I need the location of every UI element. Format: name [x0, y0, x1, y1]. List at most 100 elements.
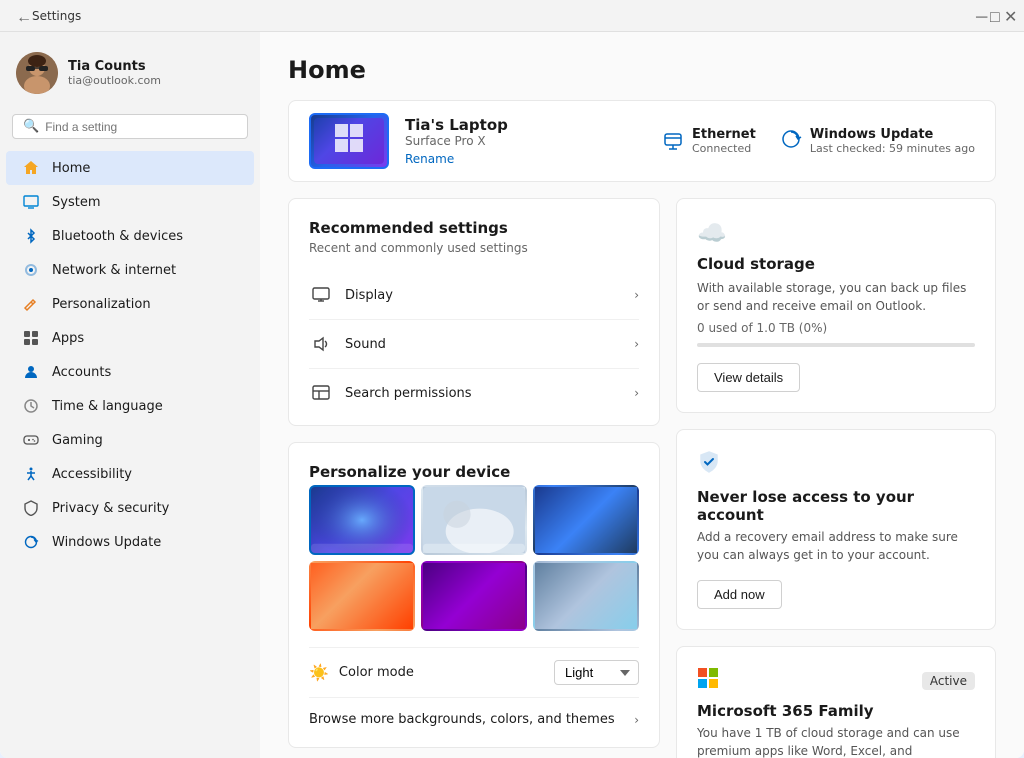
wallpaper-wp4[interactable]: [309, 561, 415, 631]
sidebar-item-label-bluetooth: Bluetooth & devices: [52, 229, 183, 244]
cloud-description: With available storage, you can back up …: [697, 279, 975, 315]
color-mode-row: ☀️ Color mode LightDarkCustom: [309, 647, 639, 698]
maximize-button[interactable]: □: [986, 10, 998, 22]
search-chevron: ›: [634, 386, 639, 400]
browse-themes-chevron: ›: [634, 713, 639, 727]
time-nav-icon: [22, 397, 40, 415]
search-setting-icon: [309, 381, 333, 405]
cloud-icon: ☁️: [697, 219, 975, 247]
network-nav-icon: [22, 261, 40, 279]
sidebar-item-apps[interactable]: Apps: [6, 321, 254, 355]
color-mode-select[interactable]: LightDarkCustom: [554, 660, 639, 685]
minimize-button[interactable]: ─: [972, 10, 984, 22]
sidebar-item-network[interactable]: Network & internet: [6, 253, 254, 287]
sound-chevron: ›: [634, 337, 639, 351]
sound-setting-icon: [309, 332, 333, 356]
update-text: Windows Update Last checked: 59 minutes …: [810, 127, 975, 155]
settings-list: Display › Sound › Search permissions ›: [309, 271, 639, 405]
avatar: [16, 52, 58, 94]
sidebar-item-update[interactable]: Windows Update: [6, 525, 254, 559]
wallpaper-wp6[interactable]: [533, 561, 639, 631]
device-bar: Tia's Laptop Surface Pro X Rename: [288, 100, 996, 182]
privacy-nav-icon: [22, 499, 40, 517]
wallpaper-wp2[interactable]: [421, 485, 527, 555]
main-window: Tia Counts tia@outlook.com 🔍 Home System…: [0, 32, 1024, 758]
color-mode-label: Color mode: [339, 665, 414, 680]
account-security-card: Never lose access to your account Add a …: [676, 429, 996, 630]
sidebar-item-system[interactable]: System: [6, 185, 254, 219]
user-email: tia@outlook.com: [68, 74, 161, 87]
add-now-button[interactable]: Add now: [697, 580, 782, 609]
sidebar-item-accessibility[interactable]: Accessibility: [6, 457, 254, 491]
page-title: Home: [288, 56, 996, 84]
sidebar-item-privacy[interactable]: Privacy & security: [6, 491, 254, 525]
search-input[interactable]: [45, 120, 237, 134]
personalize-title: Personalize your device: [309, 463, 639, 481]
apps-nav-icon: [22, 329, 40, 347]
setting-row-display[interactable]: Display ›: [309, 271, 639, 320]
home-nav-icon: [22, 159, 40, 177]
right-column: ☁️ Cloud storage With available storage,…: [676, 198, 996, 758]
sidebar-item-accounts[interactable]: Accounts: [6, 355, 254, 389]
sidebar-item-label-system: System: [52, 195, 100, 210]
sidebar-item-bluetooth[interactable]: Bluetooth & devices: [6, 219, 254, 253]
device-info: Tia's Laptop Surface Pro X Rename: [405, 116, 646, 167]
windows-update-icon: [780, 128, 802, 155]
system-nav-icon: [22, 193, 40, 211]
sidebar-item-label-time: Time & language: [52, 399, 163, 414]
device-model: Surface Pro X: [405, 134, 646, 148]
sidebar-item-label-personalization: Personalization: [52, 297, 151, 312]
bluetooth-nav-icon: [22, 227, 40, 245]
storage-bar: [697, 343, 975, 347]
ethernet-status: Ethernet Connected: [662, 127, 756, 155]
user-profile: Tia Counts tia@outlook.com: [0, 40, 260, 110]
recommended-title: Recommended settings: [309, 219, 639, 237]
sidebar-item-label-privacy: Privacy & security: [52, 501, 169, 516]
left-column: Recommended settings Recent and commonly…: [288, 198, 660, 758]
account-title: Never lose access to your account: [697, 488, 975, 524]
recommended-subtitle: Recent and commonly used settings: [309, 241, 639, 255]
update-sublabel: Last checked: 59 minutes ago: [810, 142, 975, 155]
sidebar-item-time[interactable]: Time & language: [6, 389, 254, 423]
setting-row-sound[interactable]: Sound ›: [309, 320, 639, 369]
sidebar-item-label-accounts: Accounts: [52, 365, 111, 380]
setting-row-search[interactable]: Search permissions ›: [309, 369, 639, 405]
color-mode-icon: ☀️: [309, 663, 329, 682]
ethernet-text: Ethernet Connected: [692, 127, 756, 155]
wallpaper-wp3[interactable]: [533, 485, 639, 555]
shield-icon: [697, 450, 975, 480]
recommended-settings-card: Recommended settings Recent and commonly…: [288, 198, 660, 426]
view-details-button[interactable]: View details: [697, 363, 800, 392]
close-button[interactable]: ✕: [1000, 10, 1012, 22]
rename-link[interactable]: Rename: [405, 152, 454, 166]
sound-setting-label: Sound: [345, 337, 386, 352]
storage-text: 0 used of 1.0 TB (0%): [697, 321, 975, 335]
ethernet-label: Ethernet: [692, 127, 756, 142]
windows-update-status: Windows Update Last checked: 59 minutes …: [780, 127, 975, 155]
wallpaper-wp5[interactable]: [421, 561, 527, 631]
personalize-card: Personalize your device: [288, 442, 660, 748]
sidebar-item-gaming[interactable]: Gaming: [6, 423, 254, 457]
color-mode-left: ☀️ Color mode: [309, 663, 414, 682]
cloud-storage-card: ☁️ Cloud storage With available storage,…: [676, 198, 996, 413]
sidebar-item-home[interactable]: Home: [6, 151, 254, 185]
sidebar-item-label-home: Home: [52, 161, 90, 176]
accounts-nav-icon: [22, 363, 40, 381]
display-chevron: ›: [634, 288, 639, 302]
sidebar-item-label-network: Network & internet: [52, 263, 176, 278]
m365-card: Active Microsoft 365 Family You have 1 T…: [676, 646, 996, 758]
search-icon: 🔍: [23, 119, 39, 134]
windows-logo-icon: [334, 123, 364, 159]
wallpaper-wp1[interactable]: [309, 485, 415, 555]
sidebar-item-label-apps: Apps: [52, 331, 84, 346]
sidebar-item-label-gaming: Gaming: [52, 433, 103, 448]
browse-themes-row[interactable]: Browse more backgrounds, colors, and the…: [309, 698, 639, 727]
main-content: Home Tia's Laptop Surface: [260, 32, 1024, 758]
display-setting-label: Display: [345, 288, 393, 303]
device-status: Ethernet Connected Windows Update: [662, 127, 975, 155]
display-setting-icon: [309, 283, 333, 307]
sidebar-item-label-update: Windows Update: [52, 535, 161, 550]
back-button[interactable]: ←: [12, 10, 24, 22]
sidebar-item-personalization[interactable]: Personalization: [6, 287, 254, 321]
search-box[interactable]: 🔍: [12, 114, 248, 139]
